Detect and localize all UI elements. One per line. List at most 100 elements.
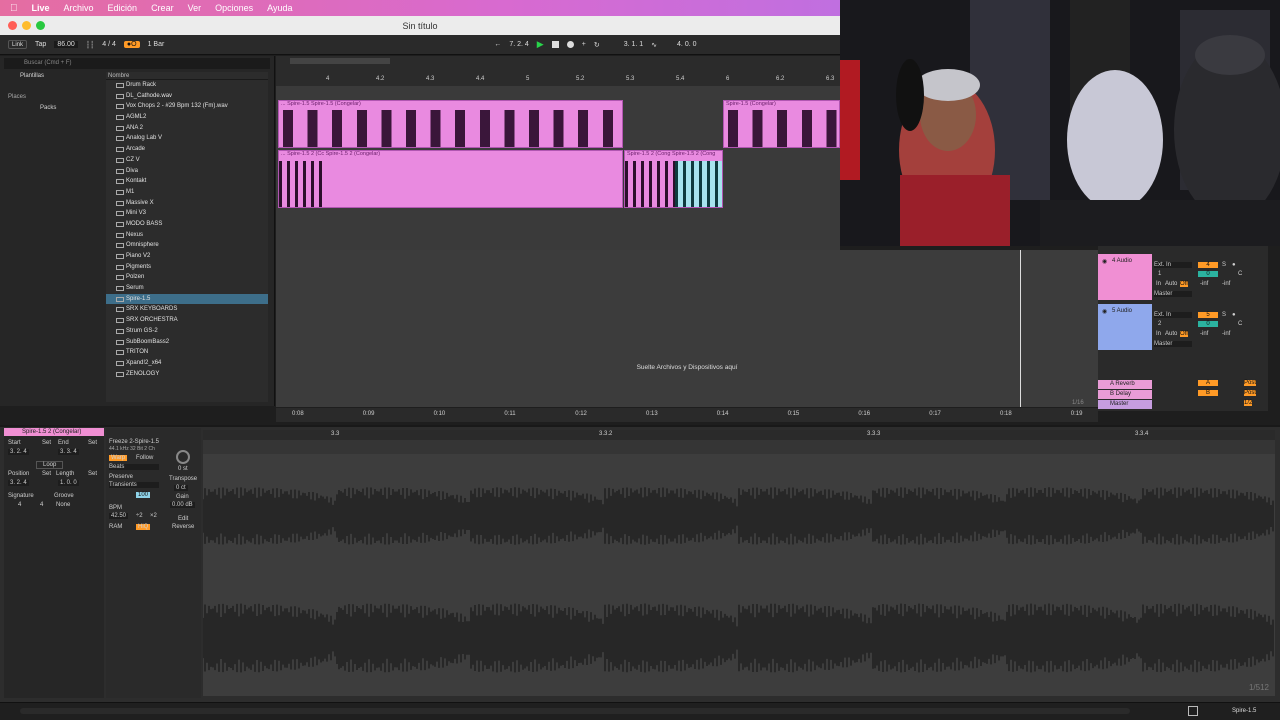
file-item[interactable]: Spire-1.5 [106,293,268,305]
bpm-field[interactable]: 42.50 [109,513,129,519]
file-item[interactable]: Vox Chops 2 - #29 Bpm 132 (Fm).wav [106,101,268,112]
gain-field[interactable]: 0.00 dB [170,502,195,508]
menu-archivo[interactable]: Archivo [64,3,94,13]
metronome-icon[interactable]: ┆┆ [86,41,94,49]
hiq-toggle[interactable]: HiQ [136,524,151,530]
zoom-window-button[interactable] [36,21,45,30]
link-button[interactable]: Link [8,40,28,49]
double-tempo-button[interactable]: ×2 [150,513,157,519]
tempo-field[interactable]: 86.00 [54,41,78,48]
input-type-select[interactable]: Ext. In [1154,262,1192,268]
track-activator-icon[interactable]: ◉ [1102,308,1107,315]
clip-name-field[interactable]: Spire-1.5 2 (Congelar) [4,428,104,436]
reverse-button[interactable]: Reverse [172,524,194,530]
warp-mode-select[interactable]: Beats [109,464,159,470]
file-item[interactable]: TRITON [106,347,268,358]
arm-button[interactable]: ● [1232,312,1236,318]
pan-field[interactable]: C [1238,271,1242,277]
length-field[interactable]: 1. 0. 0 [58,480,79,486]
menu-ver[interactable]: Ver [188,3,202,13]
set-end-button[interactable]: Set [88,440,97,446]
file-item[interactable]: Drum Rack [106,80,268,91]
file-item[interactable]: Polzen [106,272,268,283]
punch-icon[interactable]: ∿ [651,41,657,49]
output-select[interactable]: Master [1154,291,1192,297]
pan-field[interactable]: C [1238,321,1242,327]
file-item[interactable]: Strum GS-2 [106,326,268,337]
return-letter[interactable]: A [1198,380,1218,386]
file-item[interactable]: Arcade [106,144,268,155]
play-button[interactable]: ▶ [537,39,544,50]
loop-length-field[interactable]: 4. 0. 0 [677,41,696,48]
file-item[interactable]: SRX KEYBOARDS [106,304,268,315]
overdub-icon[interactable]: + [582,41,586,48]
input-channel-select[interactable]: 2 [1158,321,1161,327]
file-item[interactable]: ANA 2 [106,123,268,134]
menu-ayuda[interactable]: Ayuda [267,3,292,13]
return-post-toggle[interactable]: 1/2 [1244,400,1253,406]
record-button[interactable] [566,41,574,48]
file-item[interactable]: SRX ORCHESTRA [106,315,268,326]
return-letter[interactable]: B [1198,390,1218,396]
minimize-window-button[interactable] [22,21,31,30]
edit-button[interactable]: Edit [178,516,188,522]
sample-beat-ruler[interactable]: 3.3 3.3.2 3.3.3 3.3.4 [203,430,1275,440]
track-name[interactable]: 4 Audio [1112,258,1132,264]
monitor-in[interactable]: In [1156,281,1161,287]
end-field[interactable]: 3. 3. 4 [58,449,79,455]
sample-waveform-view[interactable]: 3.3 3.3.2 3.3.3 3.3.4 1/512 [203,430,1275,696]
output-select[interactable]: Master [1154,341,1192,347]
ram-toggle[interactable]: RAM [109,524,122,530]
groove-selector[interactable]: None [56,502,70,508]
monitor-off[interactable]: Off [1180,331,1188,337]
track-number-button[interactable]: 4 [1198,262,1218,268]
input-channel-select[interactable]: 1 [1158,271,1161,277]
name-column-header[interactable]: Nombre [106,72,268,80]
file-item[interactable]: Nexus [106,230,268,241]
arrangement-position[interactable]: 7. 2. 4 [509,41,528,48]
horizontal-scrollbar[interactable] [20,708,1130,714]
transpose-knob[interactable] [176,450,190,464]
signature-denominator[interactable]: 4 [40,502,43,508]
file-item[interactable]: Kontakt [106,176,268,187]
file-item[interactable]: Pigments [106,262,268,273]
file-item[interactable]: Massive X [106,198,268,209]
volume-field[interactable]: 0 [1198,321,1218,327]
warp-toggle[interactable]: Warp [109,455,128,461]
start-field[interactable]: 3. 2. 4 [8,449,29,455]
position-field[interactable]: 3. 2. 4 [8,480,29,486]
arrangement-clip[interactable]: ... Spire-1.5 2 (Cc Spire-1.5 2 (Congela… [278,150,623,208]
tap-button[interactable]: Tap [35,41,46,48]
set-length-button[interactable]: Set [88,471,97,477]
volume-field[interactable]: 0 [1198,271,1218,277]
file-item[interactable]: Serum [106,283,268,294]
track-activator-icon[interactable]: ◉ [1102,258,1107,265]
arm-button[interactable]: ● [1232,262,1236,268]
track-number-button[interactable]: 5 [1198,312,1218,318]
return-post-toggle[interactable]: Post [1244,380,1257,386]
monitor-auto[interactable]: Auto [1165,281,1177,287]
monitor-off[interactable]: Off [1180,281,1188,287]
half-tempo-button[interactable]: ÷2 [136,513,143,519]
browser-search-input[interactable]: Buscar (Cmd + F) [4,58,270,69]
loop-start-field[interactable]: 3. 1. 1 [624,41,643,48]
file-item[interactable]: Analog Lab V [106,133,268,144]
menu-live[interactable]: Live [32,3,50,13]
file-item[interactable]: AGML2 [106,112,268,123]
places-item[interactable]: Packs [20,103,103,114]
file-item[interactable]: M1 [106,187,268,198]
file-item[interactable]: Diva [106,166,268,177]
file-item[interactable]: Xpand!2_x64 [106,358,268,369]
track-name[interactable]: 5 Audio [1112,308,1132,314]
monitor-in[interactable]: In [1156,331,1161,337]
file-item[interactable]: DL_Cathode.wav [106,91,268,102]
follow-arrow-icon[interactable]: ← [494,41,501,48]
loop-toggle[interactable]: Loop [36,461,64,469]
menu-edicion[interactable]: Edición [108,3,138,13]
solo-button[interactable]: S [1222,312,1226,318]
menu-crear[interactable]: Crear [151,3,174,13]
signature-numerator[interactable]: 4 [18,502,21,508]
split-view-icon[interactable] [1188,706,1198,716]
detune-field[interactable]: 0 ct [174,485,188,491]
metronome-toggle[interactable]: ●O [123,41,140,48]
